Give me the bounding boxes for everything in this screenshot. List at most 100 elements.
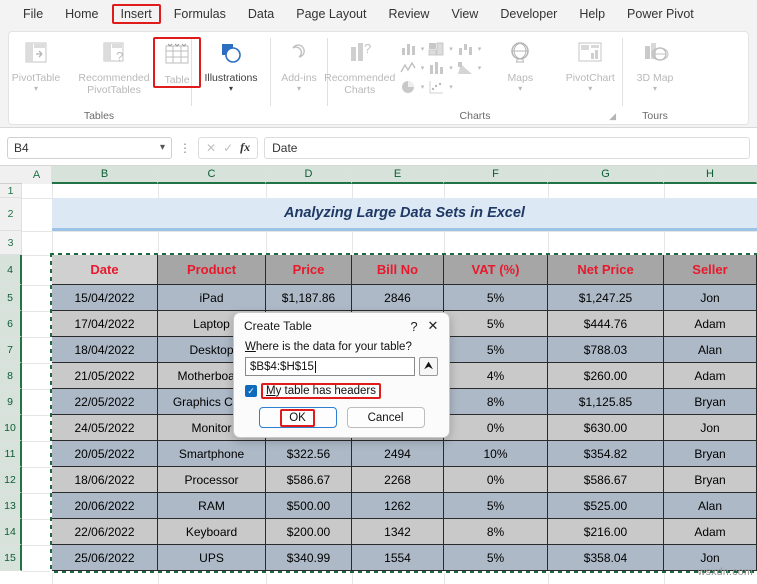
check-icon[interactable]: ✓ [223,141,233,155]
row-header-6[interactable]: 6 [0,311,22,337]
table-cell[interactable]: 18/06/2022 [52,467,158,493]
pie-chart-icon[interactable] [399,78,418,96]
row-header-8[interactable]: 8 [0,363,22,389]
table-header-cell[interactable]: Bill No [352,255,444,285]
table-header-cell[interactable]: Seller [664,255,757,285]
scatter-chart-icon[interactable] [427,78,446,96]
table-cell[interactable]: $630.00 [548,415,664,441]
row-header-3[interactable]: 3 [0,231,22,255]
chevron-down-icon[interactable]: ▾ [419,83,427,91]
charts-dialog-launcher[interactable]: ◢ [609,111,616,122]
table-cell[interactable]: $340.99 [266,545,352,571]
waterfall-chart-icon[interactable] [456,40,475,58]
3d-map-button[interactable]: 3D Map ▾ [628,36,682,93]
table-cell[interactable]: $1,125.85 [548,389,664,415]
column-header-G[interactable]: G [548,166,664,184]
table-cell[interactable]: 10% [444,441,548,467]
table-cell[interactable]: $525.00 [548,493,664,519]
row-header-13[interactable]: 13 [0,493,22,519]
ribbon-tab-data[interactable]: Data [239,5,283,23]
table-cell[interactable]: 5% [444,311,548,337]
line-chart-icon[interactable] [399,59,418,77]
chevron-down-icon[interactable]: ▾ [588,85,592,93]
table-cell[interactable]: 18/04/2022 [52,337,158,363]
column-header-E[interactable]: E [352,166,444,184]
row-header-10[interactable]: 10 [0,415,22,441]
table-cell[interactable]: 0% [444,415,548,441]
row-header-11[interactable]: 11 [0,441,22,467]
table-cell[interactable]: 1262 [352,493,444,519]
chevron-down-icon[interactable]: ▾ [476,45,484,53]
table-cell[interactable]: $586.67 [266,467,352,493]
table-cell[interactable]: $1,187.86 [266,285,352,311]
table-cell[interactable]: 0% [444,467,548,493]
table-cell[interactable]: 1342 [352,519,444,545]
table-cell[interactable]: Bryan [664,389,757,415]
chevron-down-icon[interactable]: ▾ [419,45,427,53]
table-cell[interactable]: 2268 [352,467,444,493]
chevron-down-icon[interactable]: ▾ [476,64,484,72]
table-cell[interactable]: $444.76 [548,311,664,337]
table-header-cell[interactable]: Product [158,255,266,285]
ribbon-tab-power-pivot[interactable]: Power Pivot [618,5,703,23]
my-table-has-headers-row[interactable]: ✓ My table has headers [245,383,438,399]
ribbon-tab-review[interactable]: Review [379,5,438,23]
table-cell[interactable]: 1554 [352,545,444,571]
my-table-has-headers-checkbox[interactable]: ✓ [245,385,257,397]
table-cell[interactable]: 4% [444,363,548,389]
table-cell[interactable]: $322.56 [266,441,352,467]
table-cell[interactable]: 21/05/2022 [52,363,158,389]
table-cell[interactable]: $788.03 [548,337,664,363]
table-cell[interactable]: 22/05/2022 [52,389,158,415]
chevron-down-icon[interactable]: ▾ [518,85,522,93]
table-cell[interactable]: 5% [444,285,548,311]
ribbon-tab-home[interactable]: Home [56,5,107,23]
formula-input[interactable]: Date [264,136,750,159]
row-header-14[interactable]: 14 [0,519,22,545]
table-cell[interactable]: 2494 [352,441,444,467]
table-cell[interactable]: Adam [664,519,757,545]
pivot-table-button[interactable]: PivotTable ▾ [0,36,75,93]
table-cell[interactable]: 17/04/2022 [52,311,158,337]
table-cell[interactable]: $216.00 [548,519,664,545]
recommended-charts-button[interactable]: ? Recommended Charts [321,36,399,96]
table-cell[interactable]: 5% [444,337,548,363]
table-cell[interactable]: 8% [444,389,548,415]
table-cell[interactable]: $354.82 [548,441,664,467]
row-header-2[interactable]: 2 [0,198,22,231]
row-header-4[interactable]: 4 [0,255,22,285]
chevron-down-icon[interactable]: ▾ [297,85,301,93]
table-range-input[interactable]: $B$4:$H$15 [245,357,415,376]
table-cell[interactable]: Jon [664,415,757,441]
table-cell[interactable]: Keyboard [158,519,266,545]
ribbon-tab-formulas[interactable]: Formulas [165,5,235,23]
table-cell[interactable]: 15/04/2022 [52,285,158,311]
column-header-D[interactable]: D [266,166,352,184]
row-header-5[interactable]: 5 [0,285,22,311]
row-header-15[interactable]: 15 [0,545,22,571]
table-cell[interactable]: Processor [158,467,266,493]
table-cell[interactable]: 20/05/2022 [52,441,158,467]
chevron-down-icon[interactable]: ▾ [447,45,455,53]
table-cell[interactable]: $500.00 [266,493,352,519]
row-header-12[interactable]: 12 [0,467,22,493]
ribbon-tab-insert[interactable]: Insert [111,4,161,24]
table-cell[interactable]: RAM [158,493,266,519]
table-button[interactable]: Table [155,39,199,86]
table-cell[interactable]: 22/06/2022 [52,519,158,545]
add-ins-button[interactable]: Add-ins ▾ [276,36,322,93]
table-cell[interactable]: Jon [664,285,757,311]
table-cell[interactable]: Bryan [664,441,757,467]
table-cell[interactable]: 2846 [352,285,444,311]
chevron-down-icon[interactable]: ▾ [34,85,38,93]
table-cell[interactable]: $358.04 [548,545,664,571]
table-header-cell[interactable]: Net Price [548,255,664,285]
ribbon-tab-help[interactable]: Help [570,5,614,23]
column-header-B[interactable]: B [52,166,158,184]
column-header-C[interactable]: C [158,166,266,184]
maps-button[interactable]: Maps ▾ [489,36,551,93]
table-cell[interactable]: Alan [664,337,757,363]
table-header-cell[interactable]: Date [52,255,158,285]
table-cell[interactable]: 20/06/2022 [52,493,158,519]
column-header-F[interactable]: F [444,166,548,184]
